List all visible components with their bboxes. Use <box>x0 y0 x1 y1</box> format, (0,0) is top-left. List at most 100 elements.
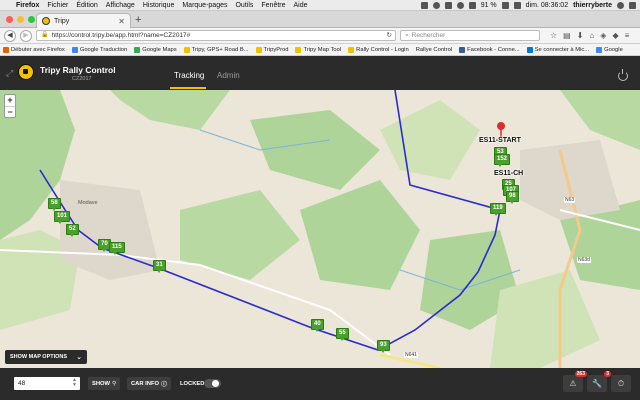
show-map-options-button[interactable]: SHOW MAP OPTIONS ⌄ <box>5 350 87 364</box>
bookmark-favicon-icon <box>348 46 355 53</box>
es-start-pin-icon[interactable] <box>497 122 505 130</box>
menu-app-firefox[interactable]: Firefox <box>16 2 39 9</box>
expand-icon[interactable]: ⤢ <box>6 68 13 79</box>
zoom-window-button[interactable] <box>28 16 35 23</box>
info-icon: ⓘ <box>161 382 167 388</box>
battery-percent: 91 % <box>480 1 497 9</box>
tracking-map[interactable]: + − ES11-START ES11-CH Modave N63 N641 N… <box>0 90 640 368</box>
bookmark-item[interactable]: TripyProd <box>255 46 288 53</box>
locked-label: LOCKED <box>180 381 205 387</box>
pocket-icon[interactable]: ◈ <box>600 31 606 40</box>
close-window-button[interactable] <box>6 16 13 23</box>
car-marker[interactable]: 40 <box>311 319 324 332</box>
car-marker[interactable]: 58 <box>48 198 61 211</box>
logout-power-icon[interactable] <box>618 69 628 81</box>
bookmark-item[interactable]: Google Traduction <box>71 46 127 53</box>
car-info-button[interactable]: CAR INFO ⓘ <box>127 377 171 390</box>
zoom-in-button[interactable]: + <box>5 95 15 106</box>
notification-center-icon[interactable] <box>629 1 636 9</box>
reading-list-icon[interactable]: ▤ <box>563 31 571 40</box>
alerts-button[interactable]: ⚠ 263 <box>563 371 587 392</box>
wifi-icon[interactable] <box>456 1 464 9</box>
url-bar[interactable]: 🔒 https://control.tripy.be/app.html?name… <box>36 30 396 41</box>
bookmark-item[interactable]: Tripy, GPS+ Road B... <box>183 46 249 53</box>
menu-fenetre[interactable]: Fenêtre <box>261 2 285 9</box>
search-bar[interactable]: ⌕ Rechercher <box>400 30 540 41</box>
download-icon[interactable]: ⬇ <box>577 31 584 40</box>
show-car-button[interactable]: SHOW ⚲ <box>88 377 121 390</box>
es-start-label: ES11-START <box>479 137 521 144</box>
bookmarks-bar: Débuter avec Firefox Google Traduction G… <box>0 44 640 56</box>
zoom-control: + − <box>4 94 16 118</box>
show-map-options-label: SHOW MAP OPTIONS <box>10 354 68 360</box>
chevron-down-icon: ⌄ <box>76 354 82 361</box>
back-button[interactable]: ◀ <box>4 29 16 42</box>
bookmark-star-icon[interactable]: ☆ <box>550 31 557 40</box>
locked-toggle[interactable] <box>204 379 221 388</box>
flag-icon[interactable] <box>513 1 521 9</box>
car-marker[interactable]: 119 <box>490 203 506 216</box>
bookmark-item[interactable]: Facebook - Conne... <box>459 46 520 53</box>
town-label: Modave <box>78 200 98 206</box>
car-number-input[interactable] <box>14 377 80 390</box>
bookmark-favicon-icon <box>71 46 78 53</box>
hamburger-menu-icon[interactable]: ≡ <box>625 31 630 40</box>
car-marker[interactable]: 52 <box>66 224 79 237</box>
stopwatch-icon: ⏱ <box>617 378 625 388</box>
tools-count-badge: 3 <box>604 371 611 377</box>
road-label: N63d <box>577 257 591 263</box>
tab-tracking[interactable]: Tracking <box>174 71 204 80</box>
menu-fichier[interactable]: Fichier <box>47 2 68 9</box>
close-tab-icon[interactable]: ✕ <box>118 17 125 26</box>
new-tab-icon[interactable]: + <box>135 14 141 26</box>
car-marker[interactable]: 55 <box>336 328 349 341</box>
bookmark-item[interactable]: Google Maps <box>134 46 177 53</box>
bookmark-item[interactable]: Tripy Map Tool <box>295 46 341 53</box>
bookmark-item[interactable]: Google <box>596 46 623 53</box>
status-bluetooth-icon[interactable] <box>444 1 452 9</box>
car-marker[interactable]: 101 <box>54 211 71 224</box>
zoom-out-button[interactable]: − <box>5 106 15 117</box>
menu-marque-pages[interactable]: Marque-pages <box>182 2 227 9</box>
menu-aide[interactable]: Aide <box>294 2 308 9</box>
battery-icon[interactable] <box>501 1 509 9</box>
status-sync-icon[interactable] <box>432 1 440 9</box>
number-stepper-icon[interactable]: ▲ ▼ <box>72 378 77 388</box>
menubar-clock[interactable]: dim. 08:36:02 <box>526 2 568 9</box>
home-icon[interactable]: ⌂ <box>589 31 594 40</box>
extension-icon[interactable]: ◆ <box>612 31 618 40</box>
bookmark-favicon-icon <box>255 46 262 53</box>
bookmark-favicon-icon <box>3 46 9 53</box>
bookmark-item[interactable]: Rallye Control <box>416 47 452 53</box>
url-text: https://control.tripy.be/app.html?name=C… <box>51 32 191 39</box>
menu-affichage[interactable]: Affichage <box>106 2 135 9</box>
active-tab-indicator <box>170 87 206 89</box>
forward-button[interactable]: ▶ <box>20 29 32 42</box>
menu-edition[interactable]: Édition <box>76 2 97 9</box>
car-marker[interactable]: 152 <box>494 154 511 167</box>
bookmark-favicon-icon <box>459 46 466 53</box>
bookmark-favicon-icon <box>295 46 302 53</box>
bookmark-item[interactable]: Se connecter à Mic... <box>526 46 589 53</box>
bookmark-item[interactable]: Débuter avec Firefox <box>3 46 65 53</box>
browser-tab-tripy[interactable]: Tripy ✕ <box>36 13 131 28</box>
tools-button[interactable]: 🔧 3 <box>587 371 611 392</box>
menu-outils[interactable]: Outils <box>235 2 253 9</box>
window-controls <box>6 16 35 23</box>
status-app-icon[interactable] <box>420 1 428 9</box>
spotlight-icon[interactable] <box>617 1 624 9</box>
car-marker[interactable]: 31 <box>153 260 166 273</box>
bookmark-item[interactable]: Rally Control - Login <box>348 46 409 53</box>
car-marker[interactable]: 93 <box>377 340 390 353</box>
reload-icon[interactable]: ↻ <box>387 31 392 40</box>
menubar-user[interactable]: thierryberte <box>573 2 612 9</box>
volume-icon[interactable] <box>468 1 476 9</box>
car-marker[interactable]: 115 <box>109 242 125 255</box>
car-marker[interactable]: 98 <box>506 191 519 204</box>
map-pin-icon: ⚲ <box>112 380 117 387</box>
tab-admin[interactable]: Admin <box>217 71 240 80</box>
timer-button[interactable]: ⏱ <box>611 375 631 392</box>
menu-historique[interactable]: Historique <box>143 2 175 9</box>
secure-lock-icon: 🔒 <box>41 32 49 38</box>
minimize-window-button[interactable] <box>17 16 24 23</box>
